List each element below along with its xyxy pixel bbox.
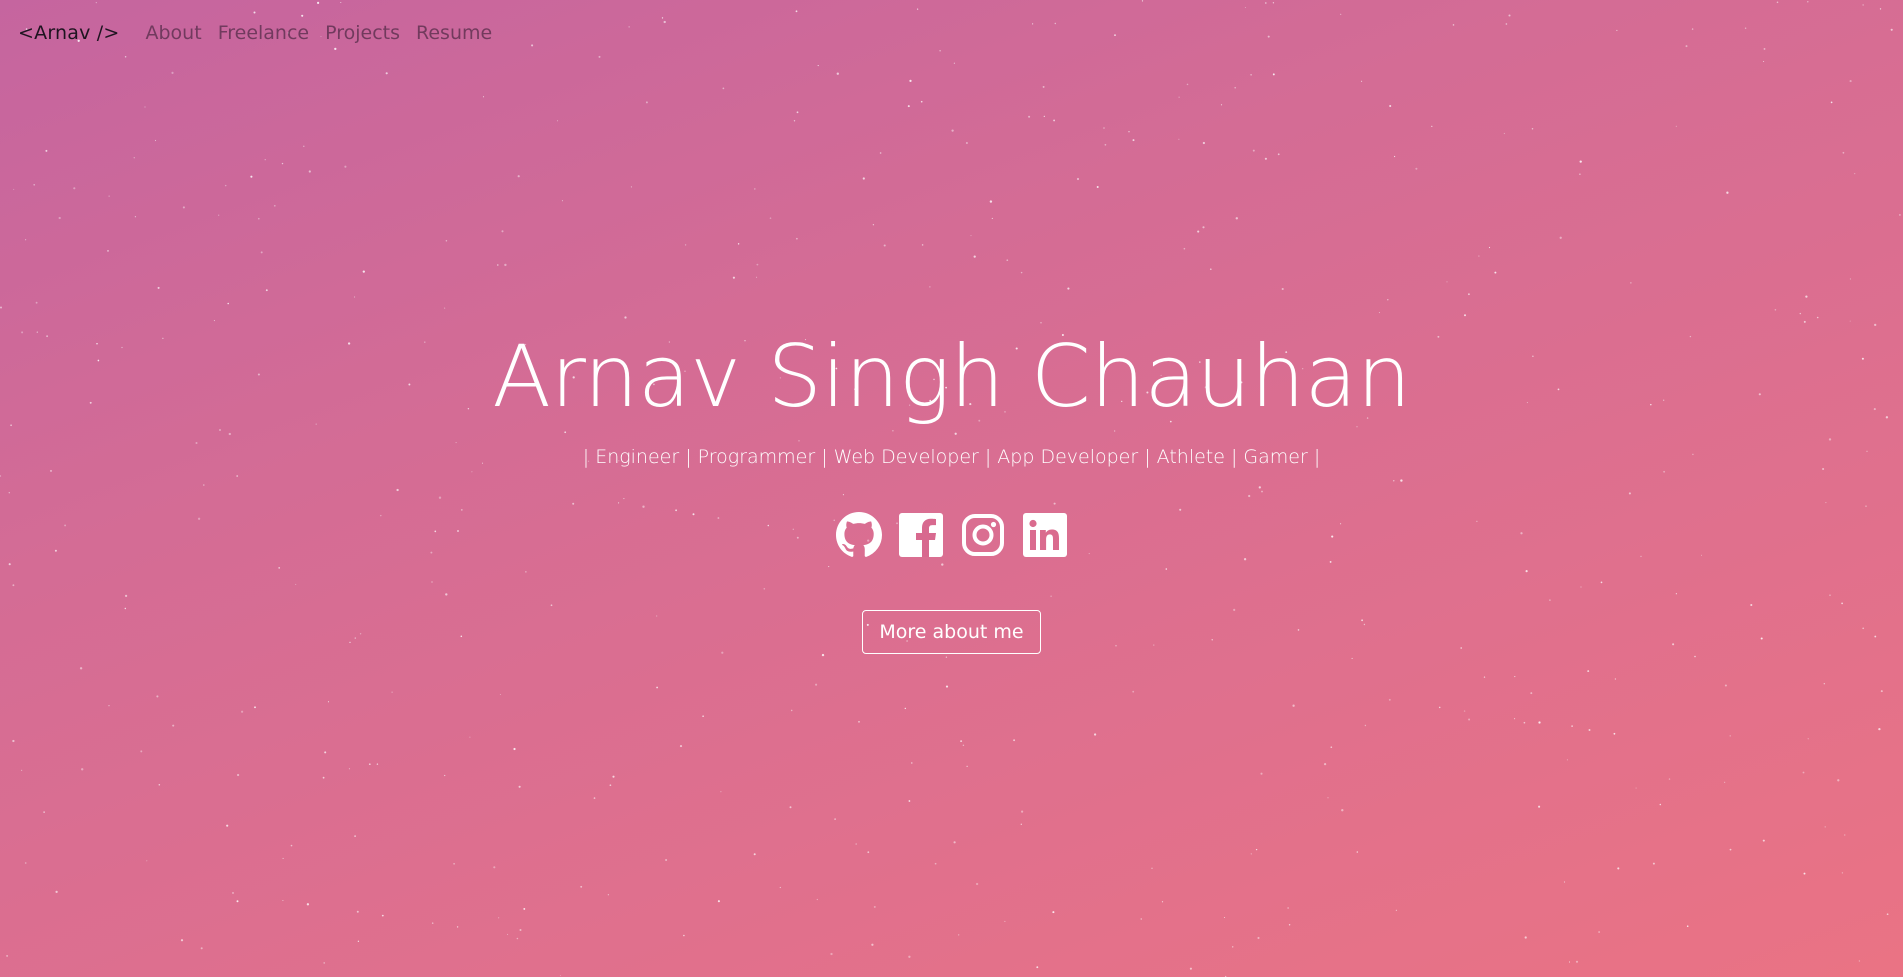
nav-link-resume[interactable]: Resume <box>416 22 492 44</box>
top-navbar: <Arnav /> About Freelance Projects Resum… <box>0 0 508 66</box>
linkedin-icon[interactable] <box>1022 512 1068 558</box>
social-links <box>0 512 1903 558</box>
brand-logo[interactable]: <Arnav /> <box>18 22 120 44</box>
more-about-me-button[interactable]: More about me <box>862 610 1041 654</box>
hero-section: Arnav Singh Chauhan | Engineer | Program… <box>0 318 1903 654</box>
nav-link-about[interactable]: About <box>146 22 202 44</box>
hero-tagline: | Engineer | Programmer | Web Developer … <box>582 446 1321 468</box>
instagram-icon[interactable] <box>960 512 1006 558</box>
github-icon[interactable] <box>835 512 882 558</box>
hero-name: Arnav Singh Chauhan <box>492 327 1411 427</box>
facebook-icon[interactable] <box>898 512 944 558</box>
cta-wrapper: More about me <box>0 610 1903 654</box>
nav-link-projects[interactable]: Projects <box>325 22 400 44</box>
nav-link-freelance[interactable]: Freelance <box>218 22 309 44</box>
